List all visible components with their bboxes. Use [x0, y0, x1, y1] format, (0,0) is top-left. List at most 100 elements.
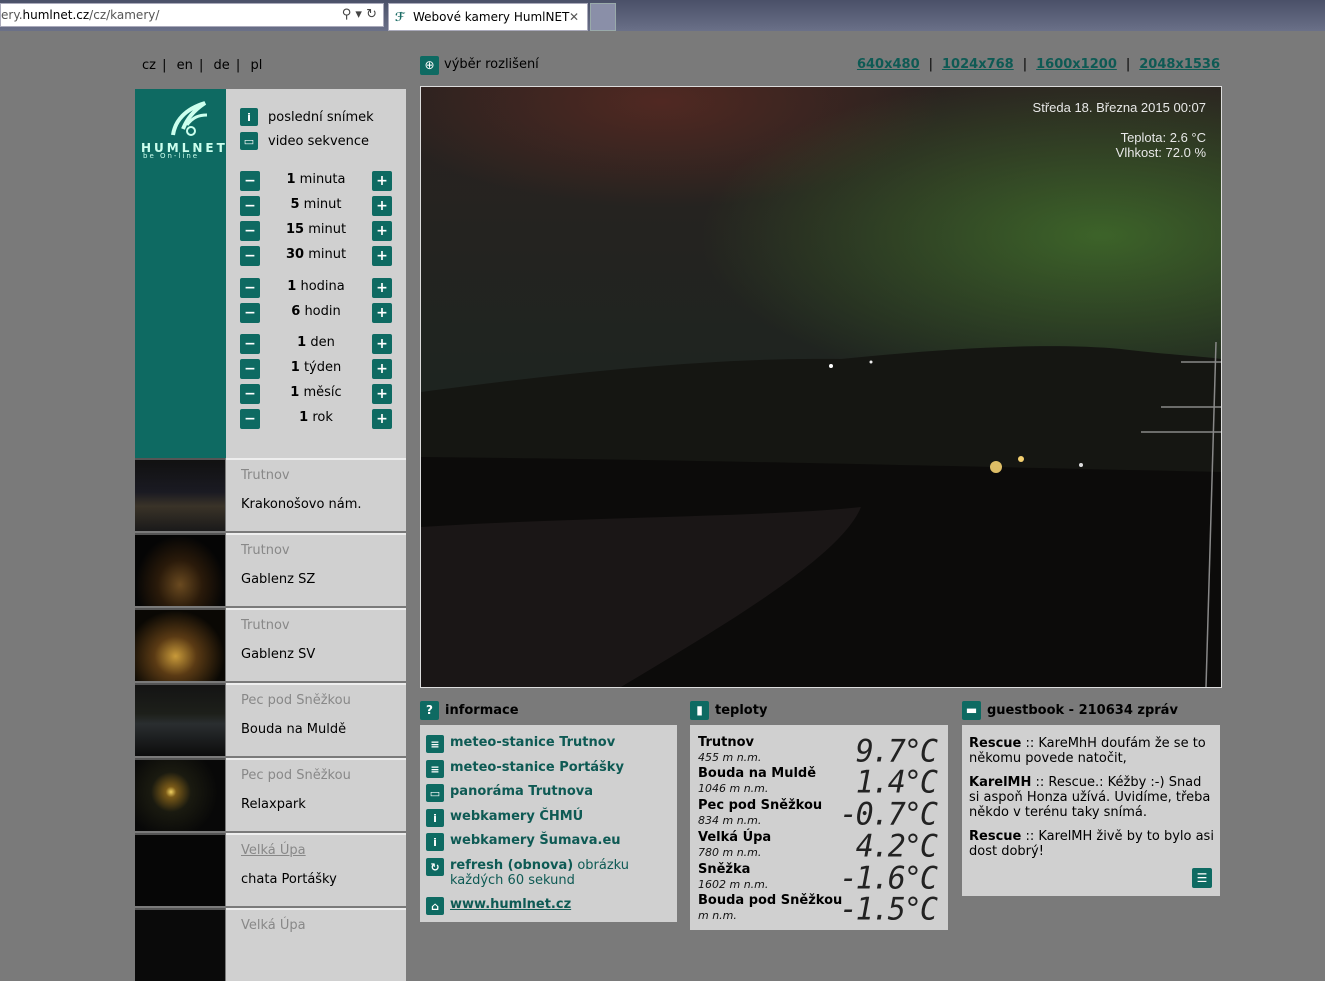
plus-button[interactable]: + [372, 334, 392, 354]
lang-cz[interactable]: cz [142, 58, 156, 73]
info-link[interactable]: ≡ meteo-stanice Trutnov [426, 735, 615, 753]
guestbook-entry: Rescue :: KarelMH živě by to bylo asi do… [969, 829, 1214, 859]
camera-item[interactable]: Pec pod Sněžkou Relaxpark [135, 758, 406, 831]
address-bar[interactable]: ery.humlnet.cz/cz/kamery/ ⚲ ▾ ↻ [0, 3, 384, 27]
camera-location: Pec pod Sněžkou [241, 768, 351, 783]
image-datetime: Středa 18. Března 2015 00:07 [1032, 100, 1206, 115]
camera-thumbnail[interactable] [135, 908, 225, 981]
address-domain: humlnet.cz [22, 8, 90, 22]
camera-thumbnail[interactable] [135, 458, 225, 531]
plus-button[interactable]: + [372, 384, 392, 404]
browser-tab[interactable]: ℱ Webové kamery HumlNET ✕ [388, 3, 588, 31]
camera-info: Pec pod Sněžkou Relaxpark [226, 758, 406, 831]
info-link[interactable]: i webkamery Šumava.eu [426, 833, 621, 851]
meteo-icon: ≡ [426, 760, 444, 778]
resolution-1024-link[interactable]: 1024x768 [942, 57, 1014, 72]
info-icon: i [426, 833, 444, 851]
guestbook-header: ▬ guestbook - 210634 zpráv [962, 700, 1178, 720]
camera-name[interactable]: Gablenz SV [241, 647, 315, 662]
browser-chrome: ery.humlnet.cz/cz/kamery/ ⚲ ▾ ↻ ℱ Webové… [0, 0, 1325, 31]
time-step-row: − 6 hodin + [240, 303, 392, 323]
camera-name[interactable]: chata Portášky [241, 872, 337, 887]
guestbook-entry: Rescue :: KareMhH doufám že se to někomu… [969, 736, 1206, 766]
refresh-icon[interactable]: ↻ [366, 7, 377, 22]
refresh-info[interactable]: ↻ refresh (obnova) obrázku každých 60 seku… [426, 858, 629, 888]
lang-en[interactable]: en [177, 58, 193, 73]
time-step-row: − 1 měsíc + [240, 384, 392, 404]
camera-name[interactable]: Gablenz SZ [241, 572, 315, 587]
last-snapshot-link[interactable]: i poslední snímek [240, 108, 374, 126]
time-step-label: 1 rok [299, 410, 333, 425]
video-link[interactable]: ▭ video sekvence [240, 132, 369, 150]
guestbook-entry: KarelMH :: Rescue.: Kéžby :-) Snad si as… [969, 775, 1211, 820]
camera-name[interactable]: Krakonošovo nám. [241, 497, 362, 512]
minus-button[interactable]: − [240, 359, 260, 379]
resolution-2048-link[interactable]: 2048x1536 [1139, 57, 1220, 72]
camera-thumbnail[interactable] [135, 833, 225, 906]
plus-button[interactable]: + [372, 359, 392, 379]
plus-button[interactable]: + [372, 303, 392, 323]
info-link[interactable]: ≡ meteo-stanice Portášky [426, 760, 624, 778]
minus-button[interactable]: − [240, 409, 260, 429]
minus-button[interactable]: − [240, 334, 260, 354]
webcam-scene [421, 87, 1221, 687]
minus-button[interactable]: − [240, 384, 260, 404]
minus-button[interactable]: − [240, 221, 260, 241]
resolution-title: výběr rozlišení [444, 57, 539, 72]
video-icon: ▭ [240, 132, 258, 150]
question-icon: ? [420, 700, 439, 720]
plus-button[interactable]: + [372, 409, 392, 429]
camera-item[interactable]: Trutnov Gablenz SZ [135, 533, 406, 606]
camera-info: Trutnov Gablenz SZ [226, 533, 406, 606]
plus-button[interactable]: + [372, 221, 392, 241]
minus-button[interactable]: − [240, 246, 260, 266]
humlnet-logo-icon[interactable] [165, 97, 211, 143]
webcam-image[interactable]: Středa 18. Března 2015 00:07 Teplota: 2.… [420, 86, 1222, 688]
plus-button[interactable]: + [372, 246, 392, 266]
dropdown-icon[interactable]: ▾ [355, 7, 362, 22]
info-link[interactable]: i webkamery ČHMÚ [426, 809, 583, 827]
guestbook-open-icon[interactable]: ☰ [1192, 868, 1212, 888]
video-label: video sekvence [268, 133, 370, 149]
lang-pl[interactable]: pl [250, 58, 262, 73]
plus-button[interactable]: + [372, 278, 392, 298]
temps-header: ▮ teploty [690, 700, 767, 720]
image-humidity: Vlhkost: 72.0 % [1115, 145, 1206, 160]
time-menu: i poslední snímek ▭ video sekvence − 1 mi… [226, 89, 406, 458]
minus-button[interactable]: − [240, 196, 260, 216]
temp-row: Velká Úpa 780 m n.m. 4.2°C [698, 828, 938, 865]
time-step-row: − 1 rok + [240, 409, 392, 429]
info-link[interactable]: ▭ panoráma Trutnova [426, 784, 593, 802]
camera-thumbnail[interactable] [135, 533, 225, 606]
camera-name[interactable]: Bouda na Muldě [241, 722, 346, 737]
last-snapshot-label: poslední snímek [268, 109, 374, 125]
search-icon[interactable]: ⚲ [342, 7, 352, 22]
camera-name[interactable]: Relaxpark [241, 797, 306, 812]
home-link[interactable]: ⌂ www.humlnet.cz [426, 897, 571, 915]
plus-button[interactable]: + [372, 196, 392, 216]
resolution-1600-link[interactable]: 1600x1200 [1036, 57, 1117, 72]
logo-subtext: be On-line [143, 152, 200, 160]
favicon-icon: ℱ [395, 10, 405, 24]
camera-item[interactable]: Trutnov Gablenz SV [135, 608, 406, 681]
minus-button[interactable]: − [240, 278, 260, 298]
lang-de[interactable]: de [214, 58, 230, 73]
camera-location[interactable]: Velká Úpa [241, 843, 306, 858]
new-tab-button[interactable] [590, 3, 616, 31]
camera-thumbnail[interactable] [135, 683, 225, 756]
camera-item[interactable]: Trutnov Krakonošovo nám. [135, 458, 406, 531]
minus-button[interactable]: − [240, 303, 260, 323]
plus-button[interactable]: + [372, 171, 392, 191]
resolution-640-link[interactable]: 640x480 [857, 57, 920, 72]
camera-item[interactable]: Pec pod Sněžkou Bouda na Muldě [135, 683, 406, 756]
camera-thumbnail[interactable] [135, 608, 225, 681]
time-step-label: 15 minut [285, 222, 347, 237]
camera-item[interactable]: Velká Úpa [135, 908, 406, 981]
camera-item[interactable]: Velká Úpa chata Portášky [135, 833, 406, 906]
logo-panel: HUMLNET be On-line [135, 89, 226, 458]
camera-thumbnail[interactable] [135, 758, 225, 831]
close-tab-icon[interactable]: ✕ [569, 4, 579, 30]
minus-button[interactable]: − [240, 171, 260, 191]
resolution-links: 640x480 | 1024x768 | 1600x1200 | 2048x1536 [856, 57, 1220, 72]
info-icon: i [426, 809, 444, 827]
